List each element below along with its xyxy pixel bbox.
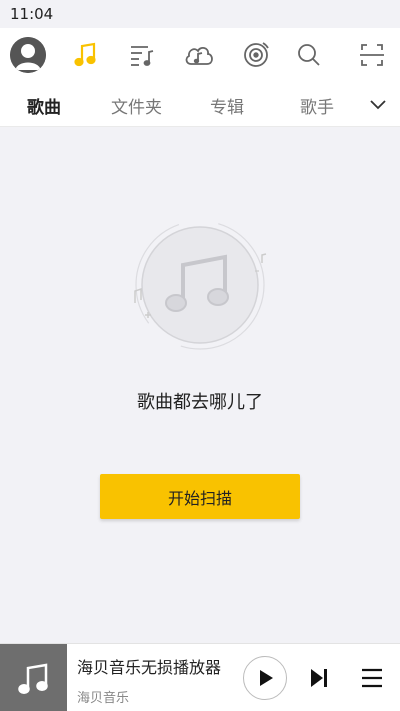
tab-songs[interactable]: 歌曲 <box>27 93 61 118</box>
scan-icon[interactable] <box>354 37 390 73</box>
empty-message: 歌曲都去哪儿了 <box>137 392 263 413</box>
search-icon[interactable] <box>291 37 327 73</box>
chevron-down-icon[interactable] <box>366 92 390 116</box>
status-bar: 11:04 <box>0 0 400 28</box>
menu-icon <box>362 668 382 688</box>
empty-music-illustration <box>125 215 275 355</box>
play-button[interactable] <box>243 656 287 700</box>
status-time: 11:04 <box>10 5 54 23</box>
song-artist: 海贝音乐 <box>77 691 130 706</box>
start-scan-button[interactable]: 开始扫描 <box>100 474 300 519</box>
song-title: 海贝音乐无损播放器 <box>77 658 222 677</box>
tab-albums[interactable]: 专辑 <box>210 93 244 118</box>
skip-next-icon <box>311 669 327 687</box>
album-cover[interactable] <box>0 644 67 711</box>
tab-artists[interactable]: 歌手 <box>300 93 334 118</box>
playlist-menu-button[interactable] <box>358 664 386 692</box>
play-icon <box>260 670 273 686</box>
music-note-icon[interactable] <box>68 37 104 73</box>
top-toolbar <box>0 28 400 82</box>
tab-folders[interactable]: 文件夹 <box>111 93 162 118</box>
avatar[interactable] <box>10 37 46 73</box>
mini-player[interactable]: 海贝音乐无损播放器 海贝音乐 <box>0 643 400 711</box>
playlist-icon[interactable] <box>124 37 160 73</box>
radio-disc-icon[interactable] <box>238 37 274 73</box>
next-button[interactable] <box>305 664 333 692</box>
cloud-music-icon[interactable] <box>181 37 217 73</box>
empty-state: 歌曲都去哪儿了 开始扫描 <box>0 127 400 643</box>
category-tabs: 歌曲 文件夹 专辑 歌手 <box>0 82 400 127</box>
